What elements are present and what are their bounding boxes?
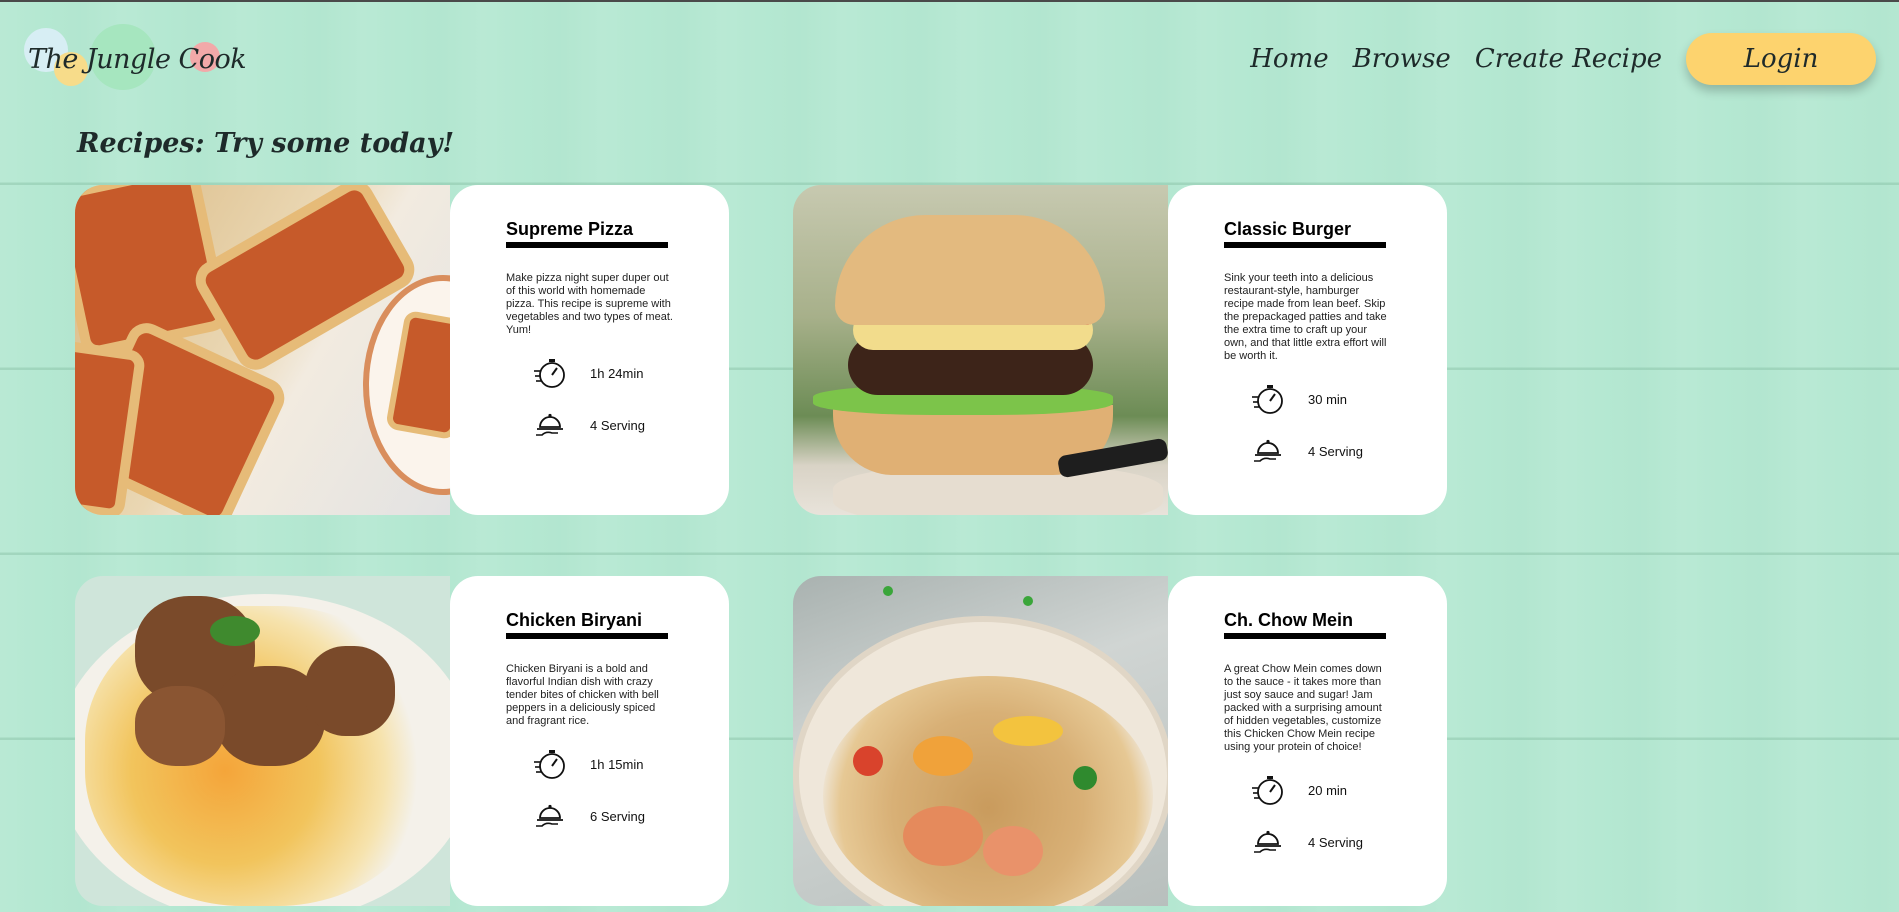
stopwatch-icon: [532, 746, 568, 782]
recipe-time-value: 1h 15min: [590, 756, 644, 772]
recipe-info: Chicken Biryani Chicken Biryani is a bol…: [450, 576, 729, 906]
stopwatch-icon: [1250, 381, 1286, 417]
recipe-card[interactable]: Supreme Pizza Make pizza night super dup…: [75, 185, 729, 515]
recipe-card[interactable]: Chicken Biryani Chicken Biryani is a bol…: [75, 576, 729, 906]
chow-mein-photo[interactable]: [793, 576, 1168, 906]
recipe-time: 1h 24min: [506, 355, 729, 391]
recipe-time: 1h 15min: [506, 746, 729, 782]
pizza-photo[interactable]: [75, 185, 450, 515]
page-title: Recipes: Try some today!: [77, 128, 455, 159]
recipe-title: Ch. Chow Mein: [1224, 610, 1386, 639]
recipe-title: Chicken Biryani: [506, 610, 668, 639]
recipe-serving-value: 4 Serving: [1308, 443, 1363, 459]
recipe-title: Classic Burger: [1224, 219, 1386, 248]
recipe-card[interactable]: Ch. Chow Mein A great Chow Mein comes do…: [793, 576, 1447, 906]
biryani-photo[interactable]: [75, 576, 450, 906]
serving-cloche-icon: [1250, 824, 1286, 860]
stopwatch-icon: [1250, 772, 1286, 808]
login-button[interactable]: Login: [1686, 33, 1876, 85]
logo-text: The Jungle Cook: [28, 44, 247, 75]
main-nav: Home Browse Create Recipe Login: [1250, 33, 1876, 85]
stopwatch-icon: [532, 355, 568, 391]
recipe-serving: 4 Serving: [1224, 824, 1447, 860]
recipe-description: Make pizza night super duper out of this…: [506, 272, 673, 336]
nav-home[interactable]: Home: [1250, 44, 1328, 74]
recipe-info: Ch. Chow Mein A great Chow Mein comes do…: [1168, 576, 1447, 906]
recipe-serving: 4 Serving: [1224, 433, 1447, 469]
recipe-serving: 4 Serving: [506, 407, 729, 443]
nav-create-recipe[interactable]: Create Recipe: [1475, 44, 1662, 74]
recipe-time: 20 min: [1224, 772, 1447, 808]
recipe-description: Chicken Biryani is a bold and flavorful …: [506, 663, 659, 727]
recipe-info: Classic Burger Sink your teeth into a de…: [1168, 185, 1447, 515]
serving-cloche-icon: [1250, 433, 1286, 469]
recipe-serving-value: 4 Serving: [590, 417, 645, 433]
serving-cloche-icon: [532, 798, 568, 834]
recipe-time-value: 1h 24min: [590, 365, 644, 381]
serving-cloche-icon: [532, 407, 568, 443]
recipe-time: 30 min: [1224, 381, 1447, 417]
recipe-title: Supreme Pizza: [506, 219, 668, 248]
top-border: [0, 0, 1899, 2]
site-logo[interactable]: The Jungle Cook: [24, 22, 247, 92]
recipe-time-value: 30 min: [1308, 391, 1348, 407]
recipe-description: A great Chow Mein comes down to the sauc…: [1224, 663, 1382, 753]
recipe-serving-value: 4 Serving: [1308, 834, 1363, 850]
recipe-card[interactable]: Classic Burger Sink your teeth into a de…: [793, 185, 1447, 515]
recipe-serving-value: 6 Serving: [590, 808, 645, 824]
burger-photo[interactable]: [793, 185, 1168, 515]
recipe-serving: 6 Serving: [506, 798, 729, 834]
recipe-description: Sink your teeth into a delicious restaur…: [1224, 272, 1387, 362]
recipe-time-value: 20 min: [1308, 782, 1348, 798]
recipe-info: Supreme Pizza Make pizza night super dup…: [450, 185, 729, 515]
nav-browse[interactable]: Browse: [1353, 44, 1451, 74]
